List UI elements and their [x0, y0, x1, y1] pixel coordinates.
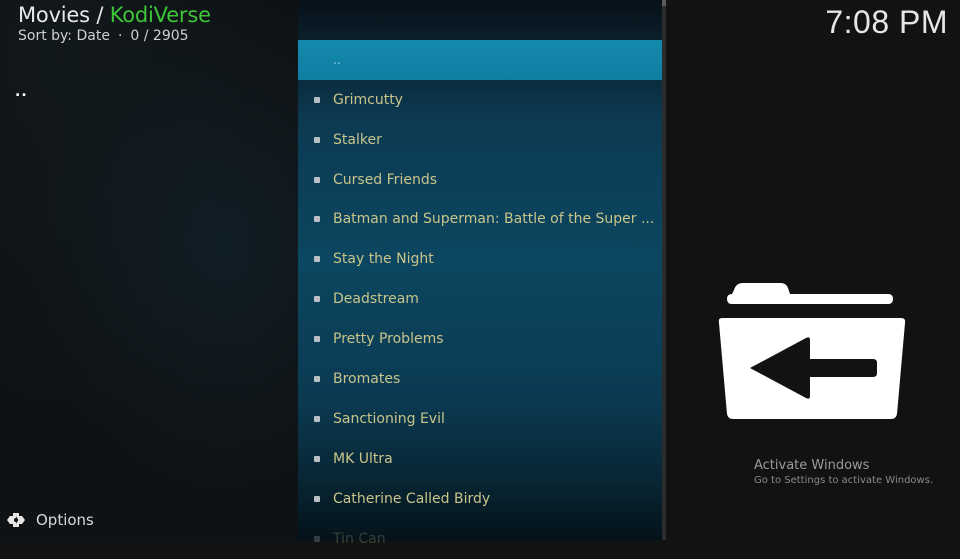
list-item-label: Catherine Called Birdy	[333, 491, 491, 507]
folder-back-icon	[718, 283, 906, 419]
list-header-area	[298, 0, 662, 40]
addon-name: KodiVerse	[109, 3, 211, 27]
list-item-label: Tin Can	[333, 531, 386, 547]
separator-dot: ·	[117, 28, 123, 44]
list-item[interactable]: Stalker	[298, 120, 662, 160]
list-item-label: Deadstream	[333, 291, 419, 307]
section-name: Movies	[18, 3, 90, 27]
page-title: Movies / KodiVerse	[18, 3, 211, 27]
left-background	[0, 0, 298, 540]
list-item-label: Sanctioning Evil	[333, 411, 445, 427]
bullet-icon	[314, 137, 320, 143]
list-item[interactable]: Stay the Night	[298, 239, 662, 279]
scrollbar[interactable]	[662, 0, 666, 540]
list-item[interactable]: Batman and Superman: Battle of the Super…	[298, 199, 662, 239]
sort-info: Sort by: Date · 0 / 2905	[18, 28, 189, 44]
bullet-icon	[314, 376, 320, 382]
activate-windows-subtitle: Go to Settings to activate Windows.	[754, 475, 934, 486]
list-item-parent-folder[interactable]: ..	[298, 40, 662, 80]
list-item[interactable]: Grimcutty	[298, 80, 662, 120]
list-item-label: ..	[333, 53, 341, 67]
bullet-icon	[314, 336, 320, 342]
bullet-icon	[314, 256, 320, 262]
bullet-icon	[314, 216, 320, 222]
parent-folder-indicator: ..	[15, 84, 28, 100]
list-item[interactable]: Deadstream	[298, 279, 662, 319]
bullet-icon	[314, 97, 320, 103]
clock: 7:08 PM	[825, 4, 948, 40]
list-item[interactable]: Bromates	[298, 359, 662, 399]
list-item-label: Pretty Problems	[333, 331, 444, 347]
bullet-icon	[314, 456, 320, 462]
list-item-label: Stalker	[333, 132, 382, 148]
bullet-icon	[314, 536, 320, 542]
list-item-label: Cursed Friends	[333, 172, 437, 188]
options-gear-icon	[7, 513, 25, 527]
list-item[interactable]: Catherine Called Birdy	[298, 479, 662, 519]
list-item-label: MK Ultra	[333, 451, 393, 467]
options-label: Options	[36, 511, 94, 529]
bullet-icon	[314, 296, 320, 302]
list-item-label: Bromates	[333, 371, 401, 387]
item-position: 0 / 2905	[130, 28, 189, 44]
list-item[interactable]: MK Ultra	[298, 439, 662, 479]
bullet-icon	[314, 416, 320, 422]
list-item[interactable]: Cursed Friends	[298, 160, 662, 200]
list-item-label: Batman and Superman: Battle of the Super…	[333, 211, 655, 227]
activate-windows-title: Activate Windows	[754, 458, 870, 473]
list-item-label: Stay the Night	[333, 251, 434, 267]
title-separator: /	[89, 3, 110, 27]
scrollbar-thumb[interactable]	[662, 0, 666, 6]
sort-label: Sort by: Date	[18, 28, 110, 44]
list-item[interactable]: Sanctioning Evil	[298, 399, 662, 439]
list-item[interactable]: Pretty Problems	[298, 319, 662, 359]
options-button[interactable]: Options	[6, 510, 94, 530]
list-item-label: Grimcutty	[333, 92, 403, 108]
list-item[interactable]: Tin Can	[298, 519, 662, 559]
bullet-icon	[314, 177, 320, 183]
bullet-icon	[314, 496, 320, 502]
